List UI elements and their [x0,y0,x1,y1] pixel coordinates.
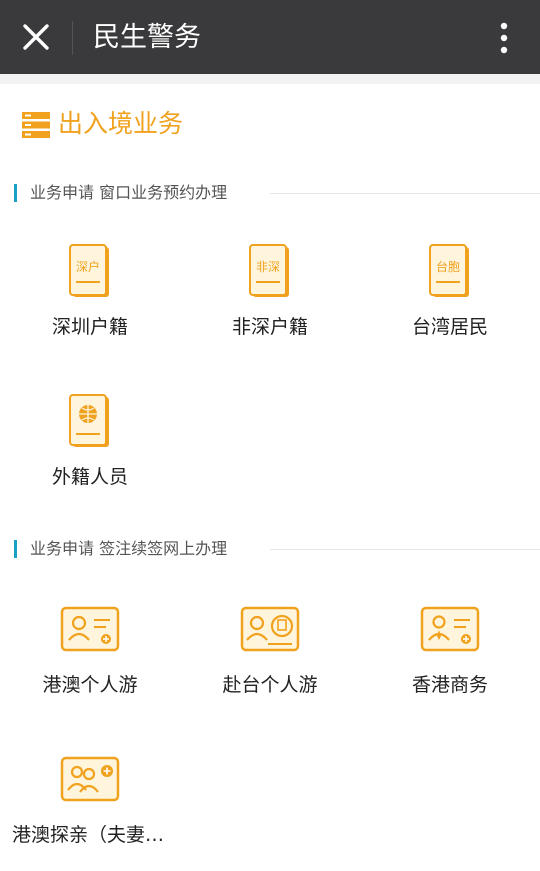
more-button[interactable] [488,18,520,58]
tile-label: 外籍人员 [51,466,128,488]
tile-label: 香港商务 [411,674,488,696]
business-card-icon [420,606,480,652]
top-bar: 民生警务 [0,0,540,74]
icon-text: 台胞 [436,259,460,274]
section-header-online: 业务申请 签注续签网上办理 [14,538,540,562]
main-content: 出入境业务 业务申请 窗口业务预约办理 深户 深圳户籍 非深 非深户籍 台胞 台… [0,84,540,871]
passport-globe-icon [69,394,109,447]
tile-hk-macau-individual[interactable]: 港澳个人游 [0,592,180,732]
list-menu-icon [22,112,50,138]
section-divider [270,549,540,550]
person-card-icon [60,606,120,652]
more-vertical-icon [500,22,508,54]
section-title: 业务申请 窗口业务预约办理 [30,183,228,202]
header-divider [72,21,73,55]
tile-label: 非深户籍 [231,316,308,338]
tile-label: 深圳户籍 [51,316,128,338]
page-title: 民生警务 [93,22,201,53]
id-card-icon: 非深 [249,244,289,297]
person-card-tw-icon [240,606,300,652]
id-card-icon: 深户 [69,244,109,297]
tile-label: 港澳个人游 [42,674,138,696]
close-icon [23,24,49,50]
tile-hk-business[interactable]: 香港商务 [360,592,540,732]
tile-label: 台湾居民 [411,316,488,338]
tile-hk-macau-family-visit[interactable]: 港澳探亲（夫妻… [0,742,180,871]
family-card-icon [60,756,120,802]
icon-text: 非深 [256,260,280,274]
tile-taiwan-resident[interactable]: 台胞 台湾居民 [360,234,540,374]
tile-label: 赴台个人游 [222,674,318,696]
icon-text: 深户 [76,259,100,274]
tile-label: 港澳探亲（夫妻… [12,824,165,846]
tile-shenzhen-hukou[interactable]: 深户 深圳户籍 [0,234,180,374]
tile-taiwan-individual[interactable]: 赴台个人游 [180,592,360,732]
id-card-icon: 台胞 [429,244,469,297]
section-accent-bar [14,184,17,202]
business-heading: 出入境业务 [58,109,184,138]
tile-foreign-national[interactable]: 外籍人员 [0,384,180,524]
section-accent-bar [14,540,17,558]
close-button[interactable] [18,19,54,55]
section-header-window: 业务申请 窗口业务预约办理 [14,182,540,206]
section-title: 业务申请 签注续签网上办理 [30,539,228,558]
tile-non-shenzhen-hukou[interactable]: 非深 非深户籍 [180,234,360,374]
section-divider [270,193,540,194]
